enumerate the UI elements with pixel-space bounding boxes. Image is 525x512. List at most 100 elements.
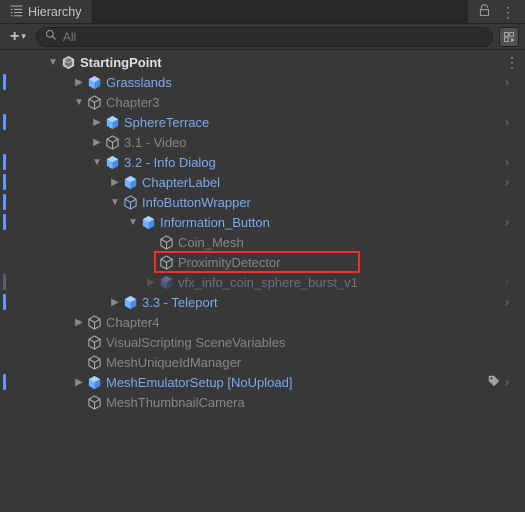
expand-arrow-icon[interactable]: ▼ [108,197,122,208]
cube-icon [86,74,102,90]
tree-row[interactable]: ▶ ChapterLabel › [0,172,525,192]
scene-row-root[interactable]: ▼ StartingPoint ⋮ [0,52,525,72]
hierarchy-icon [10,4,23,20]
tab-actions: ⋮ [468,0,525,23]
tree-row[interactable]: MeshUniqueIdManager [0,352,525,372]
node-label: 3.3 - Teleport [142,295,218,310]
chevron-right-icon[interactable]: › [505,115,519,129]
prefab-bar [3,214,6,230]
node-label: ProximityDetector [178,255,281,270]
chevron-right-icon[interactable]: › [505,175,519,189]
tree-row-proximity[interactable]: ProximityDetector [0,252,525,272]
tree-row[interactable]: ▶ SphereTerrace › [0,112,525,132]
node-label: MeshUniqueIdManager [106,355,241,370]
add-button[interactable]: + ▾ [6,29,30,45]
cube-icon [158,234,174,250]
chevron-right-icon[interactable]: › [505,295,519,309]
tree-row[interactable]: ▶ vfx_info_coin_sphere_burst_v1 › [0,272,525,292]
kebab-icon[interactable]: ⋮ [505,54,519,71]
expand-arrow-icon[interactable]: ▶ [144,277,158,288]
expand-arrow-icon[interactable]: ▼ [90,157,104,168]
node-label: Grasslands [106,75,172,90]
prefab-bar [3,154,6,170]
tag-icon [487,374,501,391]
tree-row[interactable]: Coin_Mesh [0,232,525,252]
search-input[interactable] [63,30,484,44]
tree-row[interactable]: ▶ 3.3 - Teleport › [0,292,525,312]
expand-arrow-icon[interactable]: ▶ [90,117,104,128]
expand-arrow-icon[interactable]: ▶ [90,137,104,148]
cube-icon [122,294,138,310]
chevron-right-icon[interactable]: › [505,215,519,229]
expand-arrow-icon[interactable]: ▶ [72,317,86,328]
prefab-bar [3,274,6,290]
cube-icon [122,194,138,210]
node-label: ChapterLabel [142,175,220,190]
node-label: 3.1 - Video [124,135,187,150]
cube-icon [104,134,120,150]
cube-icon [140,214,156,230]
node-label: vfx_info_coin_sphere_burst_v1 [178,275,358,290]
tree-row[interactable]: ▼ 3.2 - Info Dialog › [0,152,525,172]
chevron-right-icon[interactable]: › [505,155,519,169]
expand-arrow-icon[interactable]: ▶ [108,177,122,188]
node-label: SphereTerrace [124,115,209,130]
dropdown-caret-icon: ▾ [21,32,26,41]
prefab-bar [3,194,6,210]
expand-arrow-icon[interactable]: ▶ [108,297,122,308]
prefab-bar [3,374,6,390]
prefab-bar [3,174,6,190]
node-label: InfoButtonWrapper [142,195,251,210]
cube-icon [122,174,138,190]
cube-icon [86,354,102,370]
kebab-icon[interactable]: ⋮ [501,5,515,19]
tree-row[interactable]: MeshThumbnailCamera [0,392,525,412]
search-icon [45,29,57,44]
filter-button[interactable] [499,27,519,47]
cube-icon [104,154,120,170]
cube-icon [158,254,174,270]
cube-icon [104,114,120,130]
tab-hierarchy[interactable]: Hierarchy [0,0,93,23]
cube-icon [86,394,102,410]
prefab-bar [3,294,6,310]
tree-row[interactable]: ▼ Information_Button › [0,212,525,232]
expand-arrow-icon[interactable]: ▶ [72,377,86,388]
cube-icon [86,374,102,390]
chevron-right-icon[interactable]: › [505,275,519,289]
lock-icon[interactable] [478,4,491,20]
tree-row[interactable]: ▶ MeshEmulatorSetup [NoUpload] › [0,372,525,392]
node-label: VisualScripting SceneVariables [106,335,285,350]
cube-icon [86,334,102,350]
node-label: MeshEmulatorSetup [NoUpload] [106,375,292,390]
expand-arrow-icon[interactable]: ▼ [72,97,86,108]
expand-arrow-icon[interactable]: ▼ [126,217,140,228]
chevron-right-icon[interactable]: › [505,75,519,89]
node-label: Chapter4 [106,315,159,330]
hierarchy-tree[interactable]: ▼ StartingPoint ⋮ ▶ Grasslands › ▼ Chapt… [0,50,525,512]
node-label: Coin_Mesh [178,235,244,250]
tree-row[interactable]: ▼ Chapter3 [0,92,525,112]
tree-row[interactable]: ▶ 3.1 - Video [0,132,525,152]
tree-row[interactable]: ▼ InfoButtonWrapper [0,192,525,212]
node-label: MeshThumbnailCamera [106,395,245,410]
plus-icon: + [10,29,19,45]
expand-arrow-icon[interactable]: ▼ [46,57,60,68]
tree-row[interactable]: VisualScripting SceneVariables [0,332,525,352]
prefab-bar [3,114,6,130]
node-label: 3.2 - Info Dialog [124,155,216,170]
tree-row[interactable]: ▶ Grasslands › [0,72,525,92]
chevron-right-icon[interactable]: › [505,375,519,389]
expand-arrow-icon[interactable]: ▶ [72,77,86,88]
node-label: Chapter3 [106,95,159,110]
tree-row[interactable]: ▶ Chapter4 [0,312,525,332]
cube-icon [86,94,102,110]
cube-icon [158,274,174,290]
cube-icon [86,314,102,330]
tab-label: Hierarchy [28,5,82,19]
search-field[interactable] [36,27,493,47]
prefab-bar [3,74,6,90]
tab-bar: Hierarchy ⋮ [0,0,525,24]
scene-label: StartingPoint [80,55,162,70]
node-label: Information_Button [160,215,270,230]
